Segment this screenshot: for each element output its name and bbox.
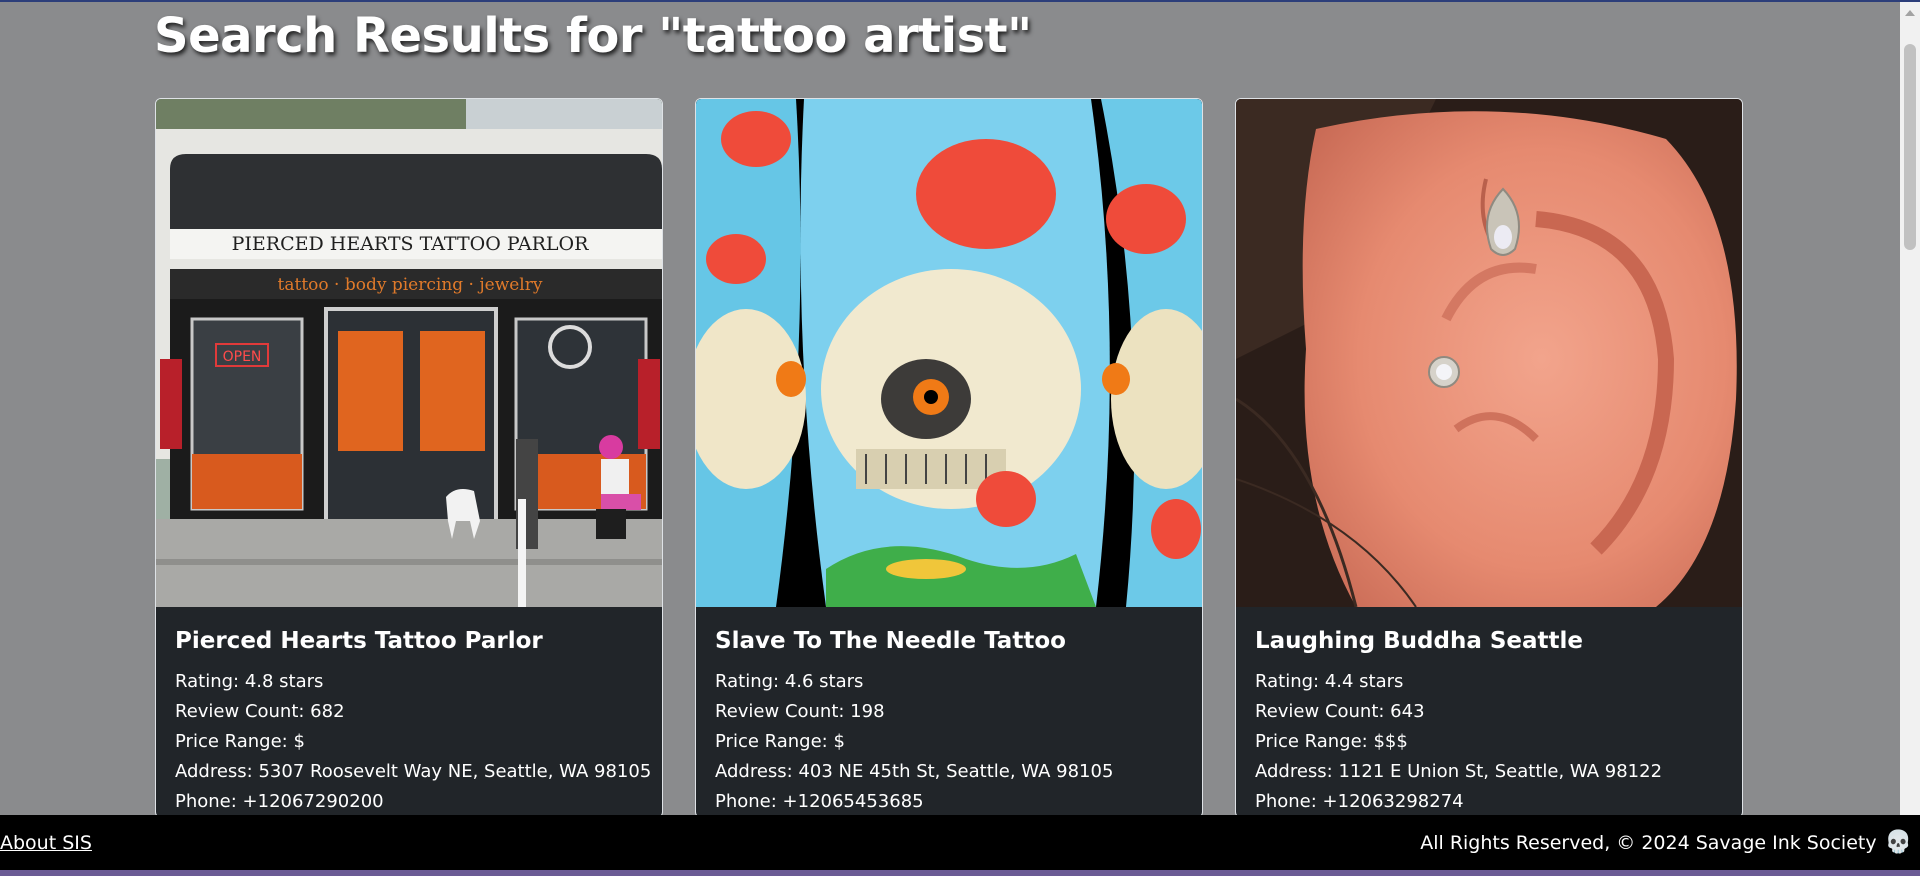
result-image-ear-piercing[interactable] <box>1236 99 1742 607</box>
result-card[interactable]: PIERCED HEARTS TATTOO PARLOR tattoo · bo… <box>155 98 663 818</box>
result-name[interactable]: Laughing Buddha Seattle <box>1255 627 1722 655</box>
result-image-storefront[interactable]: PIERCED HEARTS TATTOO PARLOR tattoo · bo… <box>156 99 662 607</box>
result-address: Address: 5307 Roosevelt Way NE, Seattle,… <box>175 761 652 782</box>
result-price-range: Price Range: $ <box>715 731 845 752</box>
about-sis-link[interactable]: About SIS <box>0 832 92 854</box>
page-title: Search Results for "tattoo artist" <box>154 8 1032 64</box>
footer-copyright-group: All Rights Reserved, © 2024 Savage Ink S… <box>1420 829 1912 855</box>
result-phone: Phone: +12065453685 <box>715 791 924 812</box>
storefront-open-sign: OPEN <box>223 349 262 365</box>
vertical-scrollbar[interactable] <box>1900 2 1920 815</box>
result-rating: Rating: 4.6 stars <box>715 671 864 692</box>
result-phone: Phone: +12063298274 <box>1255 791 1464 812</box>
result-name[interactable]: Pierced Hearts Tattoo Parlor <box>175 627 642 655</box>
result-rating: Rating: 4.8 stars <box>175 671 324 692</box>
scrollbar-thumb[interactable] <box>1904 44 1916 250</box>
top-border <box>0 0 1920 2</box>
storefront-sign: PIERCED HEARTS TATTOO PARLOR <box>232 233 589 255</box>
result-price-range: Price Range: $$$ <box>1255 731 1408 752</box>
storefront-subsign: tattoo · body piercing · jewelry <box>278 275 543 295</box>
result-card-body: Laughing Buddha Seattle Rating: 4.4 star… <box>1236 607 1742 817</box>
result-card-body: Slave To The Needle Tattoo Rating: 4.6 s… <box>696 607 1202 817</box>
result-review-count: Review Count: 198 <box>715 701 885 722</box>
copyright-text: All Rights Reserved, © 2024 Savage Ink S… <box>1420 831 1877 854</box>
scroll-up-arrow-icon[interactable] <box>1905 10 1915 16</box>
skull-icon: 💀 <box>1884 829 1912 855</box>
result-card-body: Pierced Hearts Tattoo Parlor Rating: 4.8… <box>156 607 662 817</box>
result-review-count: Review Count: 682 <box>175 701 345 722</box>
bottom-border <box>0 870 1920 876</box>
result-phone: Phone: +12067290200 <box>175 791 384 812</box>
result-rating: Rating: 4.4 stars <box>1255 671 1404 692</box>
result-card[interactable]: Slave To The Needle Tattoo Rating: 4.6 s… <box>695 98 1203 818</box>
result-name[interactable]: Slave To The Needle Tattoo <box>715 627 1182 655</box>
result-card[interactable]: Laughing Buddha Seattle Rating: 4.4 star… <box>1235 98 1743 818</box>
results-grid: PIERCED HEARTS TATTOO PARLOR tattoo · bo… <box>155 98 1743 818</box>
result-address: Address: 403 NE 45th St, Seattle, WA 981… <box>715 761 1114 782</box>
result-price-range: Price Range: $ <box>175 731 305 752</box>
result-review-count: Review Count: 643 <box>1255 701 1425 722</box>
result-address: Address: 1121 E Union St, Seattle, WA 98… <box>1255 761 1663 782</box>
footer: About SIS All Rights Reserved, © 2024 Sa… <box>0 815 1920 870</box>
result-image-skull-tattoo[interactable] <box>696 99 1202 607</box>
